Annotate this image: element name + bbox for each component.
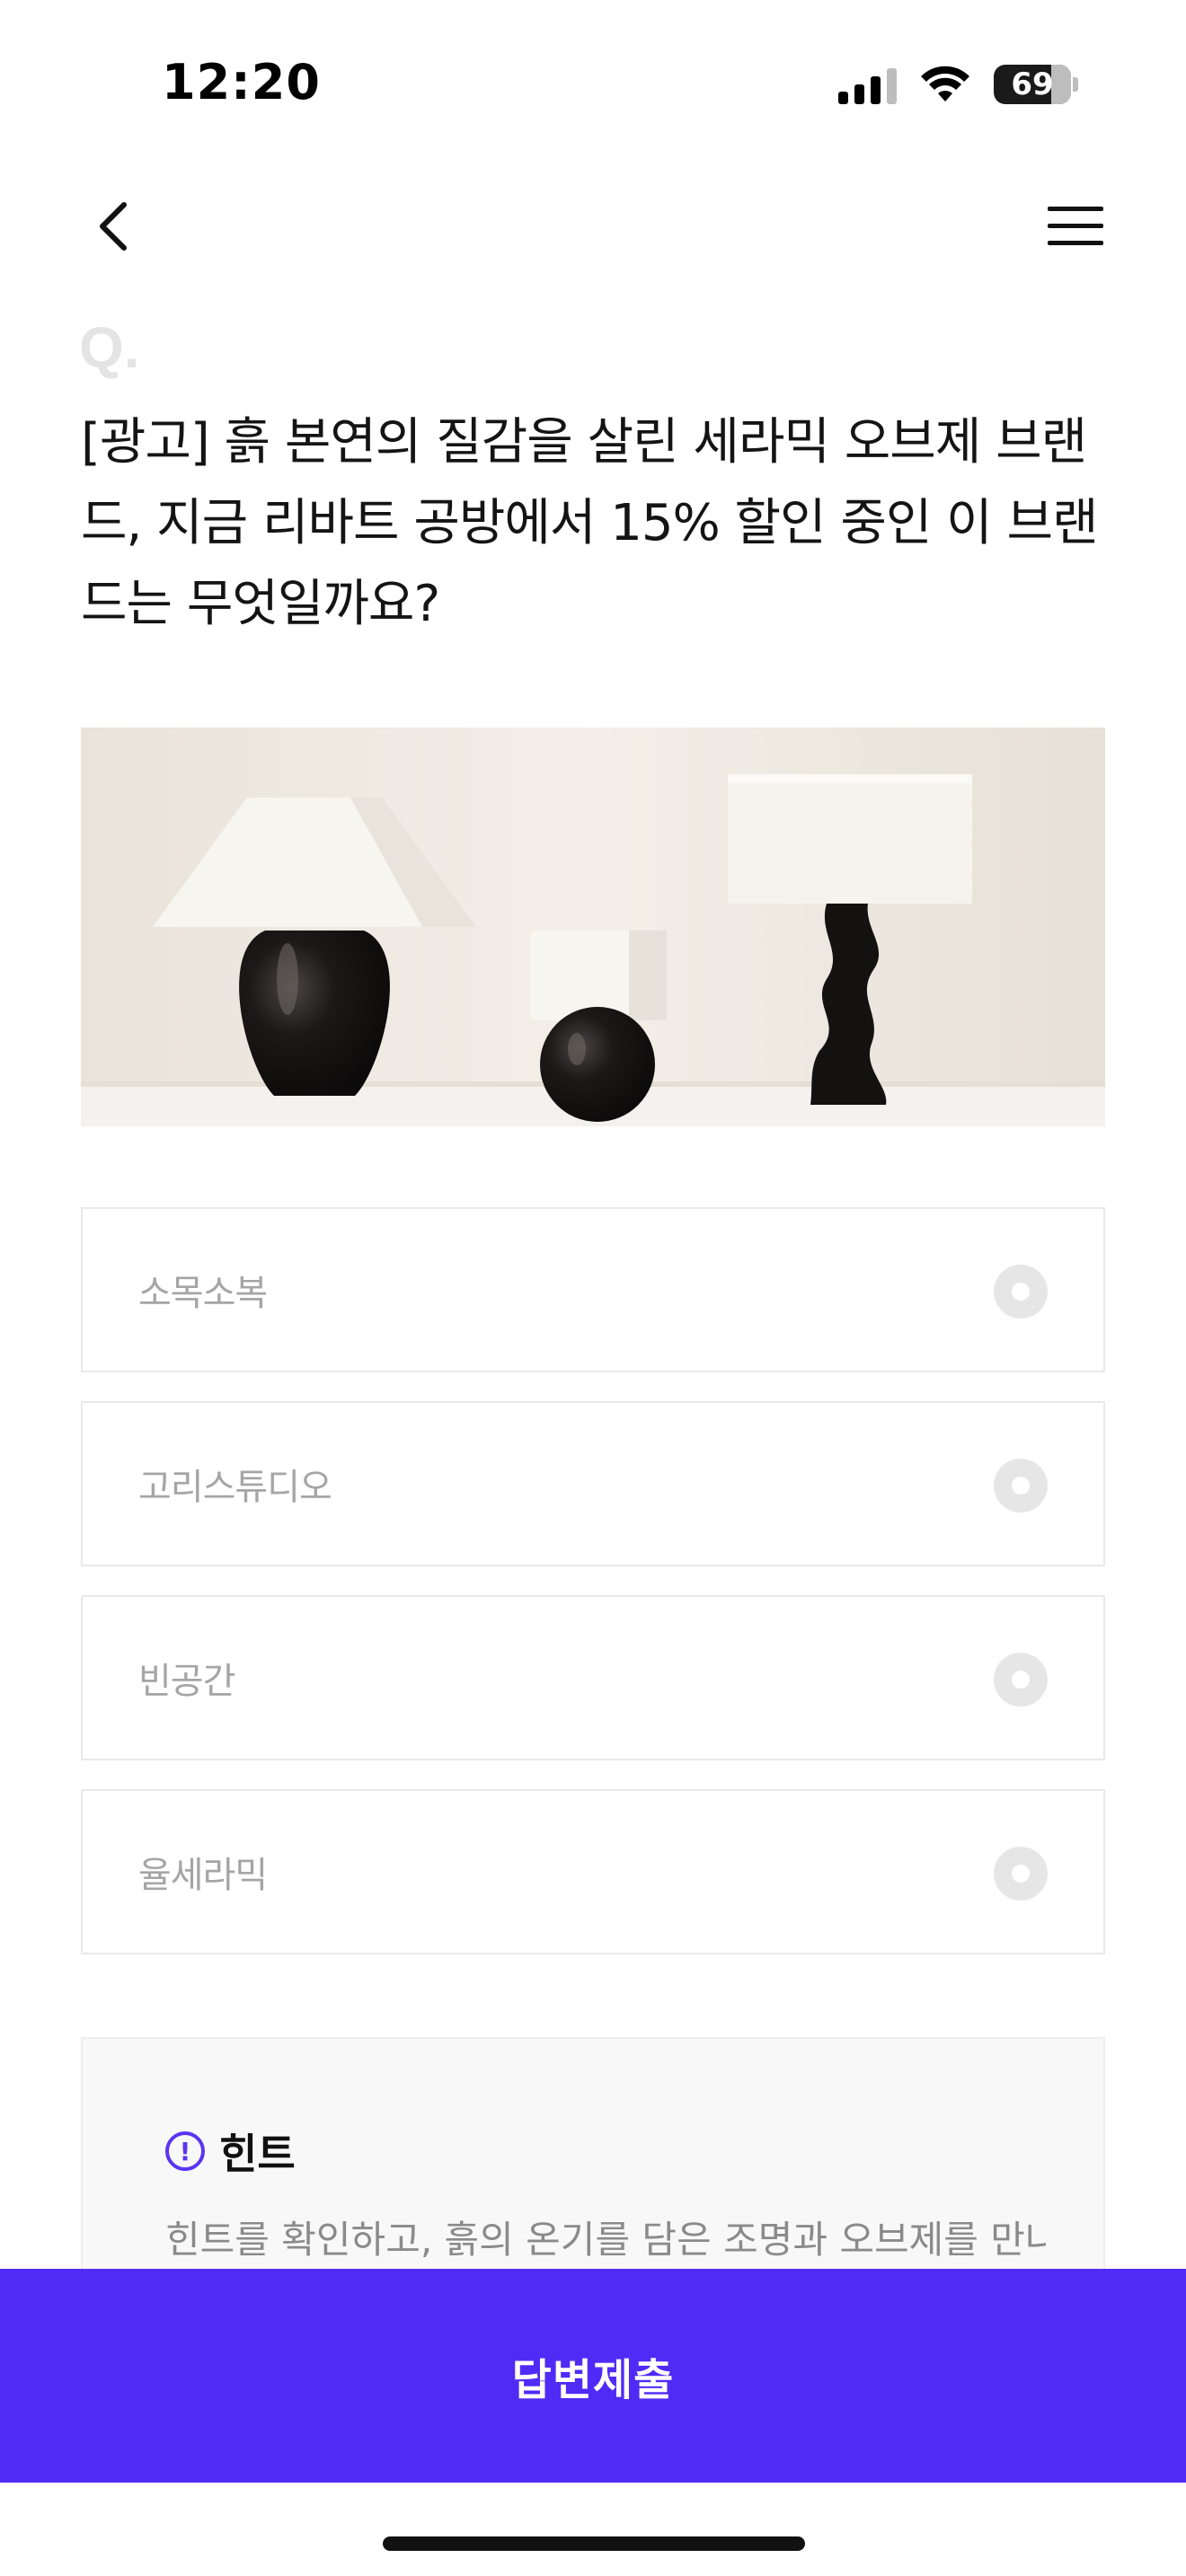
exclamation-circle-icon: ! [165, 2131, 205, 2171]
menu-button[interactable] [1046, 199, 1105, 253]
wifi-icon [921, 66, 969, 101]
signal-icon [838, 65, 897, 104]
answer-option-4[interactable]: 율세라믹 [81, 1789, 1105, 1954]
status-bar: 12:20 69 [0, 0, 1186, 171]
hint-header: ! 힌트 [165, 2122, 296, 2181]
answer-option-label: 소목소복 [138, 1273, 268, 1314]
answer-option-1[interactable]: 소목소복 [81, 1207, 1105, 1372]
battery-level: 69 [1011, 66, 1054, 102]
submit-answer-button[interactable]: 답변제출 [0, 2269, 1186, 2483]
radio-button[interactable] [994, 1459, 1048, 1513]
home-indicator[interactable] [383, 2536, 805, 2551]
answer-option-label: 율세라믹 [138, 1855, 268, 1896]
answer-option-label: 고리스튜디오 [138, 1467, 332, 1508]
hamburger-menu-icon [1048, 207, 1103, 245]
bottom-safe-area [0, 2483, 1186, 2576]
status-time: 12:20 [162, 54, 321, 110]
radio-button[interactable] [994, 1847, 1048, 1901]
status-icons: 69 [838, 65, 1078, 104]
question-marker: Q. [79, 315, 140, 380]
question-image [81, 728, 1105, 1126]
back-button[interactable] [86, 194, 140, 259]
radio-button[interactable] [994, 1653, 1048, 1707]
question-text: [광고] 흙 본연의 질감을 살린 세라믹 오브제 브랜드, 지금 리바트 공방… [81, 413, 1099, 633]
hint-title: 힌트 [219, 2130, 296, 2178]
hint-text: 힌트를 확인하고, 흙의 온기를 담은 조명과 오브제를 만나 [165, 2218, 1046, 2262]
chevron-left-icon [100, 202, 127, 251]
answer-option-3[interactable]: 빈공간 [81, 1595, 1105, 1760]
answer-option-2[interactable]: 고리스튜디오 [81, 1401, 1105, 1566]
answer-option-label: 빈공간 [138, 1661, 235, 1702]
battery-icon: 69 [994, 65, 1071, 104]
submit-answer-label: 답변제출 [511, 2357, 675, 2404]
radio-button[interactable] [994, 1265, 1048, 1319]
